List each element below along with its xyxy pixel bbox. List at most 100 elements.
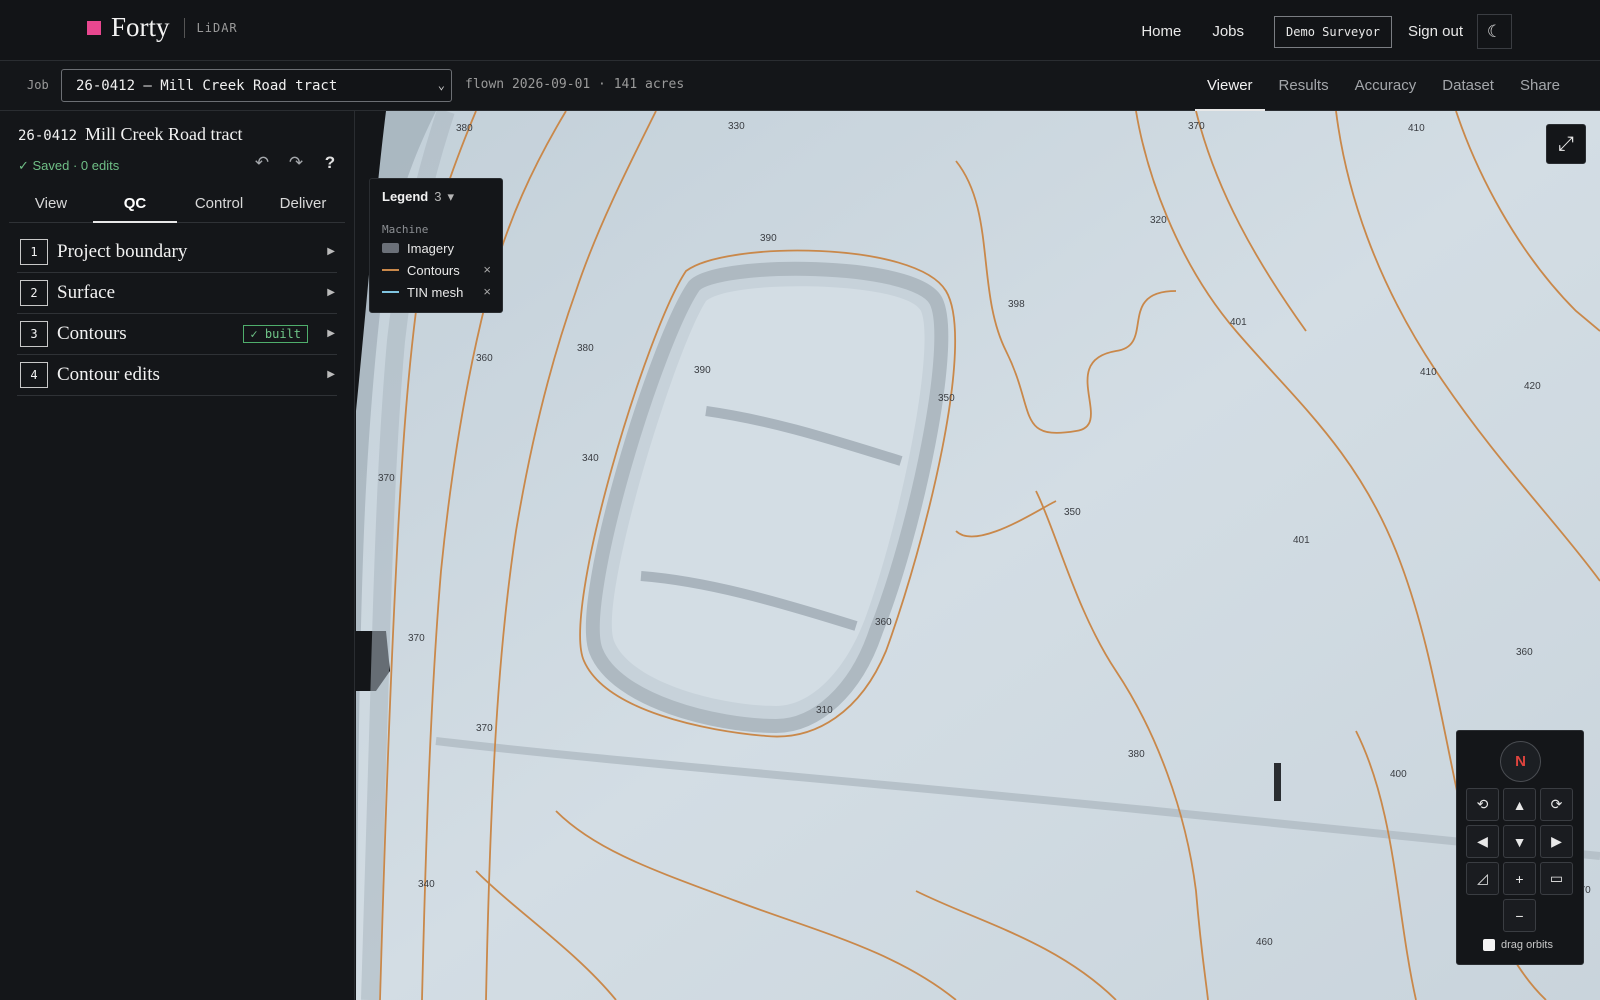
contour-label: 310 (816, 705, 833, 716)
brand[interactable]: Forty LiDAR (87, 12, 238, 43)
job-label: Job (27, 78, 49, 92)
sidebar-tabs: View QC Control Deliver (9, 186, 345, 223)
contour-label: 398 (1008, 299, 1025, 310)
expand-arrow-icon: ▶ (327, 369, 335, 380)
step-label: Project boundary (57, 241, 188, 262)
page-title: 26-0412 Mill Creek Road tract (18, 124, 242, 145)
job-select[interactable]: 26-0412 — Mill Creek Road tract ⌄ (61, 69, 452, 102)
step-number: 2 (20, 280, 48, 306)
brand-divider (183, 17, 185, 38)
legend-count: 3 (434, 189, 442, 204)
drag-orbits-toggle[interactable]: drag orbits (1483, 939, 1553, 951)
step-contours[interactable]: 3 Contours ✓ built ▶ (17, 314, 337, 355)
tab-dataset[interactable]: Dataset (1430, 61, 1506, 111)
step-number: 3 (20, 321, 48, 347)
nav-jobs[interactable]: Jobs (1212, 23, 1244, 40)
contour-label: 420 (1524, 381, 1541, 392)
job-bar: Job 26-0412 — Mill Creek Road tract ⌄ fl… (0, 61, 1600, 111)
moon-icon[interactable]: ☾ (1477, 14, 1512, 49)
tin-mesh-swatch-icon (382, 291, 399, 293)
tab-control[interactable]: Control (177, 186, 261, 223)
expand-icon[interactable]: ⤢ (1546, 124, 1586, 164)
edit-tools: ↶ ↷ ? (245, 153, 347, 173)
contour-label: 340 (418, 879, 435, 890)
tab-qc[interactable]: QC (93, 186, 177, 223)
job-meta: flown 2026-09-01 · 141 acres (465, 77, 685, 92)
view-tabs: Viewer Results Accuracy Dataset Share (1193, 61, 1572, 111)
frame-view-button[interactable]: ▭ (1540, 862, 1573, 895)
redo-icon[interactable]: ↷ (279, 153, 313, 173)
legend-item-label: Contours (407, 262, 460, 278)
legend-header[interactable]: Legend 3 ▾ (382, 189, 454, 205)
tilt-button[interactable]: ◿ (1466, 862, 1499, 895)
step-label: Surface (57, 282, 116, 303)
legend-item-label: Imagery (407, 240, 454, 256)
close-icon[interactable]: × (483, 284, 491, 299)
help-icon[interactable]: ? (313, 153, 347, 173)
legend-item-contours[interactable]: Contours × (382, 261, 494, 279)
contour-label: 400 (1390, 769, 1407, 780)
contour-swatch-icon (382, 269, 399, 271)
close-icon[interactable]: × (483, 262, 491, 277)
step-surface[interactable]: 2 Surface ▶ (17, 273, 337, 314)
legend-panel: Legend 3 ▾ Machine Imagery Contours × TIN … (369, 178, 503, 313)
legend-item-tin-mesh[interactable]: TIN mesh × (382, 283, 494, 301)
imagery-swatch-icon (382, 243, 399, 253)
save-status: ✓ Saved · 0 edits (18, 158, 120, 173)
contour-label: 330 (728, 121, 745, 132)
tab-share[interactable]: Share (1508, 61, 1572, 111)
legend-title: Legend (382, 189, 429, 204)
contour-label: 401 (1230, 317, 1247, 328)
step-project-boundary[interactable]: 1 Project boundary ▶ (17, 232, 337, 273)
contour-label: 370 (378, 473, 395, 484)
legend-item-imagery[interactable]: Imagery (382, 239, 494, 257)
tab-viewer[interactable]: Viewer (1194, 61, 1265, 111)
logo-square-icon (87, 20, 101, 35)
contour-label: 320 (1150, 215, 1167, 226)
contour-label: 360 (476, 353, 493, 364)
contour-label: 350 (1064, 507, 1081, 518)
zoom-in-button[interactable]: + (1503, 862, 1536, 895)
status-badge: ✓ built (243, 325, 308, 343)
zoom-out-button[interactable]: − (1503, 899, 1536, 932)
rotate-left-button[interactable]: ⟲ (1466, 788, 1499, 821)
step-number: 1 (20, 239, 48, 265)
sign-out-link[interactable]: Sign out (1408, 23, 1463, 40)
tab-view[interactable]: View (9, 186, 93, 223)
drag-orbits-checkbox[interactable] (1483, 939, 1495, 951)
top-bar: Forty LiDAR Home Jobs Demo Surveyor Sign… (0, 0, 1600, 61)
pan-down-button[interactable]: ▼ (1503, 825, 1536, 858)
step-label: Contours (57, 323, 127, 344)
qc-steps: 1 Project boundary ▶ 2 Surface ▶ 3 Conto… (17, 232, 337, 396)
contour-label: 380 (1128, 749, 1145, 760)
pan-left-button[interactable]: ◀ (1466, 825, 1499, 858)
job-name: Mill Creek Road tract (85, 124, 243, 144)
expand-arrow-icon: ▶ (327, 246, 335, 257)
tab-deliver[interactable]: Deliver (261, 186, 345, 223)
contour-label: 401 (1293, 535, 1310, 546)
terrain-surface (356, 111, 1600, 1000)
terrain-map[interactable]: 380 360 380 370 340 370 390 390 350 360 … (356, 111, 1600, 1000)
chevron-down-icon: ▾ (447, 189, 454, 204)
contour-label: 370 (408, 633, 425, 644)
sidebar: 26-0412 Mill Creek Road tract ✓ Saved · … (0, 111, 355, 1000)
tab-results[interactable]: Results (1267, 61, 1341, 111)
contour-label: 370 (476, 723, 493, 734)
user-badge[interactable]: Demo Surveyor (1274, 15, 1392, 48)
expand-arrow-icon: ▶ (327, 287, 335, 298)
tab-accuracy[interactable]: Accuracy (1343, 61, 1429, 111)
top-nav: Home Jobs Demo Surveyor Sign out ☾ (1141, 14, 1512, 49)
compass-icon[interactable]: N (1500, 741, 1541, 782)
contour-label: 460 (1256, 937, 1273, 948)
pan-up-button[interactable]: ▲ (1503, 788, 1536, 821)
chevron-down-icon: ⌄ (437, 78, 445, 92)
contour-label: 380 (577, 343, 594, 354)
map-viewport[interactable]: 380 360 380 370 340 370 390 390 350 360 … (356, 111, 1600, 1000)
nav-home[interactable]: Home (1141, 23, 1181, 40)
contour-label: 390 (694, 365, 711, 376)
step-contour-edits[interactable]: 4 Contour edits ▶ (17, 355, 337, 396)
pan-right-button[interactable]: ▶ (1540, 825, 1573, 858)
undo-icon[interactable]: ↶ (245, 153, 279, 173)
contour-label: 370 (1188, 121, 1205, 132)
rotate-right-button[interactable]: ⟳ (1540, 788, 1573, 821)
